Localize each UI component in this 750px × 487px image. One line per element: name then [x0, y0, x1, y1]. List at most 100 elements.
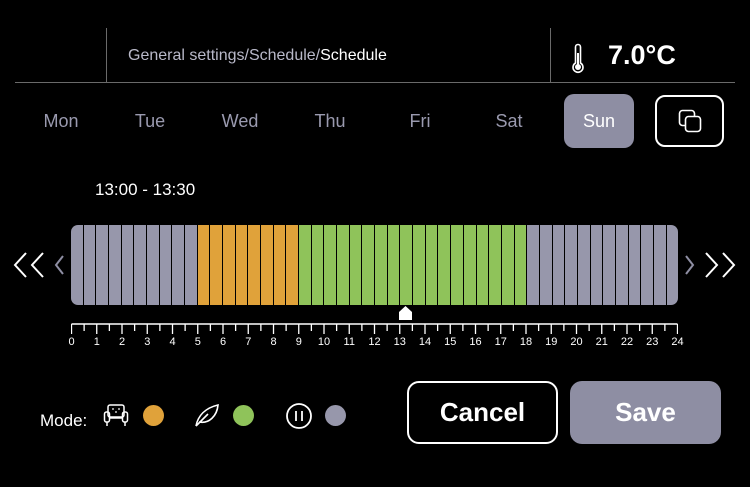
ruler-hour-label: 0: [68, 336, 75, 348]
ruler-hour-label: 23: [646, 336, 659, 348]
ruler-hour-label: 12: [368, 336, 381, 348]
schedule-slot[interactable]: [413, 225, 425, 305]
schedule-slot[interactable]: [235, 225, 248, 305]
ruler-hour-label: 2: [118, 336, 126, 348]
ruler-hour-label: 6: [219, 336, 227, 348]
eco-mode-swatch[interactable]: [233, 405, 254, 426]
armchair-icon: [103, 404, 129, 426]
breadcrumb-path[interactable]: General settings/Schedule/: [128, 47, 320, 64]
schedule-slot[interactable]: [71, 225, 83, 305]
ruler-hour-label: 9: [295, 336, 302, 348]
schedule-slot[interactable]: [223, 225, 235, 305]
schedule-slot[interactable]: [666, 225, 678, 305]
schedule-slot[interactable]: [565, 225, 577, 305]
mode-label: Mode:: [40, 411, 88, 430]
schedule-slot[interactable]: [324, 225, 337, 305]
schedule-slot[interactable]: [653, 225, 666, 305]
schedule-slot[interactable]: [489, 225, 501, 305]
pause-mode-swatch[interactable]: [325, 405, 346, 426]
header-separator-right: [550, 28, 551, 82]
schedule-slot[interactable]: [134, 225, 147, 305]
schedule-slot[interactable]: [286, 225, 299, 305]
schedule-slot[interactable]: [83, 225, 96, 305]
schedule-slot[interactable]: [248, 225, 261, 305]
temperature-readout: 7.0°C: [608, 40, 676, 70]
schedule-slot[interactable]: [299, 225, 311, 305]
schedule-slot[interactable]: [577, 225, 590, 305]
day-tab-sat[interactable]: Sat: [474, 94, 544, 148]
schedule-slot[interactable]: [463, 225, 476, 305]
copy-schedule-button[interactable]: [655, 95, 724, 147]
schedule-slot[interactable]: [641, 225, 653, 305]
day-tab-mon[interactable]: Mon: [26, 94, 96, 148]
schedule-slot[interactable]: [476, 225, 489, 305]
schedule-slot[interactable]: [387, 225, 400, 305]
leaf-icon: [195, 403, 219, 427]
ruler-hour-label: 10: [317, 336, 331, 348]
selected-time-range: 13:00 - 13:30: [95, 180, 196, 199]
schedule-slot[interactable]: [527, 225, 539, 305]
hour-ruler: [71, 323, 678, 334]
ruler-hour-label: 18: [519, 336, 533, 348]
schedule-slot[interactable]: [628, 225, 641, 305]
day-tab-fri[interactable]: Fri: [385, 94, 455, 148]
header-divider: [15, 82, 735, 83]
ruler-hour-label: 11: [343, 336, 355, 348]
day-tab-thu[interactable]: Thu: [295, 94, 365, 148]
schedule-slot[interactable]: [615, 225, 628, 305]
schedule-slot[interactable]: [539, 225, 552, 305]
schedule-slot[interactable]: [590, 225, 603, 305]
schedule-slot[interactable]: [501, 225, 514, 305]
schedule-slot[interactable]: [362, 225, 375, 305]
header-separator-left: [106, 28, 107, 82]
schedule-slot[interactable]: [197, 225, 210, 305]
ruler-hour-label: 14: [418, 336, 432, 348]
schedule-slot[interactable]: [261, 225, 273, 305]
schedule-slot[interactable]: [514, 225, 527, 305]
schedule-slot[interactable]: [109, 225, 121, 305]
schedule-slot[interactable]: [337, 225, 349, 305]
current-slot-marker[interactable]: [398, 306, 413, 321]
day-tab-wed[interactable]: Wed: [205, 94, 275, 148]
day-tab-sun[interactable]: Sun: [564, 94, 634, 148]
ruler-hour-label: 22: [620, 336, 634, 348]
schedule-slot[interactable]: [172, 225, 185, 305]
schedule-slot[interactable]: [210, 225, 223, 305]
day-tab-tue[interactable]: Tue: [115, 94, 185, 148]
ruler-hour-label: 8: [270, 336, 277, 348]
breadcrumb: General settings/Schedule/Schedule: [128, 47, 387, 65]
save-button[interactable]: Save: [570, 381, 721, 444]
scroll-right-button[interactable]: [682, 250, 742, 280]
schedule-slot[interactable]: [400, 225, 413, 305]
ruler-hour-label: 21: [595, 336, 608, 348]
thermometer-icon: [572, 43, 584, 74]
ruler-hour-label: 3: [144, 336, 151, 348]
schedule-slot[interactable]: [121, 225, 134, 305]
cancel-button[interactable]: Cancel: [407, 381, 558, 444]
comfort-mode-swatch[interactable]: [143, 405, 164, 426]
ruler-hour-label: 13: [393, 336, 406, 348]
ruler-hour-label: 24: [671, 336, 684, 348]
schedule-slot[interactable]: [147, 225, 159, 305]
schedule-slot[interactable]: [552, 225, 565, 305]
ruler-hour-label: 7: [245, 336, 252, 348]
schedule-slot[interactable]: [159, 225, 172, 305]
schedule-slot[interactable]: [375, 225, 387, 305]
ruler-hour-label: 20: [570, 336, 583, 348]
ruler-hour-label: 17: [494, 336, 507, 348]
schedule-slot[interactable]: [349, 225, 362, 305]
breadcrumb-current: Schedule: [320, 47, 387, 64]
schedule-slot[interactable]: [311, 225, 324, 305]
schedule-slot[interactable]: [425, 225, 438, 305]
schedule-slot[interactable]: [603, 225, 615, 305]
scroll-left-button[interactable]: [12, 250, 72, 280]
ruler-hour-label: 16: [469, 336, 482, 348]
schedule-slot[interactable]: [451, 225, 463, 305]
ruler-hour-label: 15: [444, 336, 457, 348]
copy-icon: [678, 109, 701, 133]
schedule-slot[interactable]: [185, 225, 197, 305]
schedule-slot[interactable]: [273, 225, 286, 305]
schedule-bar[interactable]: [71, 225, 678, 305]
schedule-slot[interactable]: [96, 225, 109, 305]
schedule-slot[interactable]: [438, 225, 451, 305]
